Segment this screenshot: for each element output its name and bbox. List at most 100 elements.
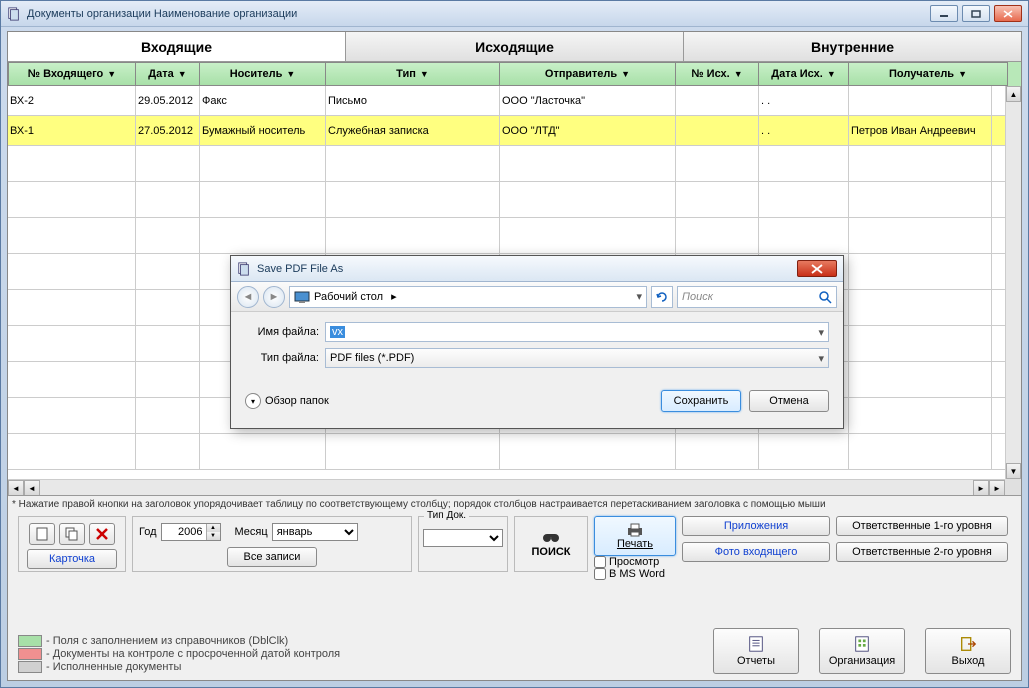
app-icon xyxy=(7,7,21,21)
filetype-dropdown-icon[interactable]: ▾ xyxy=(818,352,824,365)
year-up[interactable]: ▲ xyxy=(206,524,220,532)
year-down[interactable]: ▼ xyxy=(206,532,220,540)
reports-button[interactable]: Отчеты xyxy=(713,628,799,674)
sort-icon: ▼ xyxy=(958,69,967,79)
scroll-down-button[interactable]: ▼ xyxy=(1006,463,1021,479)
photo-button[interactable]: Фото входящего xyxy=(682,542,830,562)
filetype-label: Тип файла: xyxy=(245,352,319,364)
table-row[interactable]: ВХ-2 29.05.2012 Факс Письмо ООО "Ласточк… xyxy=(8,86,1005,116)
vertical-scrollbar[interactable]: ▲ ▼ xyxy=(1005,86,1021,479)
reports-icon xyxy=(747,635,765,653)
close-button[interactable] xyxy=(994,5,1022,22)
year-spinner[interactable]: ▲▼ xyxy=(161,523,221,541)
tab-bar: Входящие Исходящие Внутренние xyxy=(8,32,1021,62)
filename-input[interactable]: vx ▾ xyxy=(325,322,829,342)
refresh-button[interactable] xyxy=(651,286,673,308)
filename-label: Имя файла: xyxy=(245,326,319,338)
legend: - Поля с заполнением из справочников (Db… xyxy=(18,634,438,674)
window-buttons xyxy=(930,5,1022,22)
copy-doc-button[interactable] xyxy=(59,523,85,545)
grid-header: № Входящего▼ Дата▼ Носитель▼ Тип▼ Отправ… xyxy=(8,62,1021,86)
col-sender[interactable]: Отправитель▼ xyxy=(500,62,676,86)
filename-dropdown-icon[interactable]: ▾ xyxy=(818,326,824,339)
toolbar: Карточка Год ▲▼ Месяц январь Все записи xyxy=(18,516,1011,586)
minimize-button[interactable] xyxy=(930,5,958,22)
card-button[interactable]: Карточка xyxy=(27,549,117,569)
doctype-label: Тип Док. xyxy=(424,510,469,521)
msword-checkbox[interactable]: В MS Word xyxy=(594,568,676,580)
table-row xyxy=(8,182,1005,218)
exit-button[interactable]: Выход xyxy=(925,628,1011,674)
location-bar[interactable]: Рабочий стол ▸ ▾ xyxy=(289,286,647,308)
tab-incoming[interactable]: Входящие xyxy=(8,32,346,61)
browse-folders-toggle[interactable]: ▾ Обзор папок xyxy=(245,393,329,409)
month-select[interactable]: январь xyxy=(272,523,358,541)
sort-icon: ▼ xyxy=(107,69,116,79)
delete-doc-button[interactable] xyxy=(89,523,115,545)
titlebar: Документы организации Наименование орган… xyxy=(1,1,1028,27)
search-field[interactable]: Поиск xyxy=(677,286,837,308)
new-doc-button[interactable] xyxy=(29,523,55,545)
cancel-button[interactable]: Отмена xyxy=(749,390,829,412)
dialog-title: Save PDF File As xyxy=(257,263,797,275)
binoculars-icon xyxy=(542,530,560,544)
col-number[interactable]: № Входящего▼ xyxy=(8,62,136,86)
col-media[interactable]: Носитель▼ xyxy=(200,62,326,86)
dialog-titlebar: Save PDF File As xyxy=(231,256,843,282)
chevron-right-icon: ▸ xyxy=(391,290,397,303)
legend-swatch-gray xyxy=(18,661,42,673)
filetype-select[interactable]: PDF files (*.PDF) ▾ xyxy=(325,348,829,368)
dialog-icon xyxy=(237,262,251,276)
scroll-left-button[interactable]: ◄ xyxy=(24,480,40,496)
attachments-button[interactable]: Приложения xyxy=(682,516,830,536)
hint-text: * Нажатие правой кнопки на заголовок упо… xyxy=(10,498,1019,511)
sort-icon: ▼ xyxy=(827,69,836,79)
footer-buttons: Отчеты Организация Выход xyxy=(713,628,1011,674)
sort-icon: ▼ xyxy=(178,69,187,79)
table-row xyxy=(8,146,1005,182)
sort-icon: ▼ xyxy=(286,69,295,79)
table-row[interactable]: ВХ-1 27.05.2012 Бумажный носитель Служеб… xyxy=(8,116,1005,146)
save-dialog: Save PDF File As ◄ ► Рабочий стол ▸ ▾ По… xyxy=(230,255,844,429)
horizontal-scrollbar[interactable]: ◄ ◄ ► ► xyxy=(8,479,1005,495)
resp1-button[interactable]: Ответственные 1-го уровня xyxy=(836,516,1008,536)
col-outnum[interactable]: № Исх.▼ xyxy=(676,62,759,86)
tab-internal[interactable]: Внутренние xyxy=(684,32,1021,61)
save-button[interactable]: Сохранить xyxy=(661,390,741,412)
resp2-button[interactable]: Ответственные 2-го уровня xyxy=(836,542,1008,562)
nav-forward-button[interactable]: ► xyxy=(263,286,285,308)
preview-checkbox[interactable]: Просмотр xyxy=(594,556,676,568)
maximize-button[interactable] xyxy=(962,5,990,22)
col-outdate[interactable]: Дата Исх.▼ xyxy=(759,62,849,86)
tab-outgoing[interactable]: Исходящие xyxy=(346,32,684,61)
col-date[interactable]: Дата▼ xyxy=(136,62,200,86)
search-icon xyxy=(818,290,832,304)
refresh-icon xyxy=(655,290,669,304)
search-button[interactable]: ПОИСК xyxy=(514,516,588,572)
chevron-down-icon: ▾ xyxy=(245,393,261,409)
sort-icon: ▼ xyxy=(621,69,630,79)
scroll-corner xyxy=(1005,479,1021,495)
dialog-body: Имя файла: vx ▾ Тип файла: PDF files (*.… xyxy=(231,312,843,384)
legend-swatch-red xyxy=(18,648,42,660)
col-type[interactable]: Тип▼ xyxy=(326,62,500,86)
scroll-right-button[interactable]: ► xyxy=(973,480,989,496)
year-input[interactable] xyxy=(162,524,206,540)
nav-back-button[interactable]: ◄ xyxy=(237,286,259,308)
dialog-nav: ◄ ► Рабочий стол ▸ ▾ Поиск xyxy=(231,282,843,312)
table-row xyxy=(8,434,1005,470)
exit-icon xyxy=(959,635,977,653)
main-window: Документы организации Наименование орган… xyxy=(0,0,1029,688)
dialog-close-button[interactable] xyxy=(797,260,837,277)
doctype-select[interactable] xyxy=(423,529,503,547)
location-dropdown-icon[interactable]: ▾ xyxy=(636,290,642,303)
organization-button[interactable]: Организация xyxy=(819,628,905,674)
print-button[interactable]: Печать xyxy=(594,516,676,556)
year-label: Год xyxy=(139,526,157,538)
scroll-left-button[interactable]: ◄ xyxy=(8,480,24,496)
scroll-right-button[interactable]: ► xyxy=(989,480,1005,496)
col-recipient[interactable]: Получатель▼ xyxy=(849,62,1008,86)
all-records-button[interactable]: Все записи xyxy=(227,547,317,567)
sort-icon: ▼ xyxy=(734,69,743,79)
scroll-up-button[interactable]: ▲ xyxy=(1006,86,1021,102)
